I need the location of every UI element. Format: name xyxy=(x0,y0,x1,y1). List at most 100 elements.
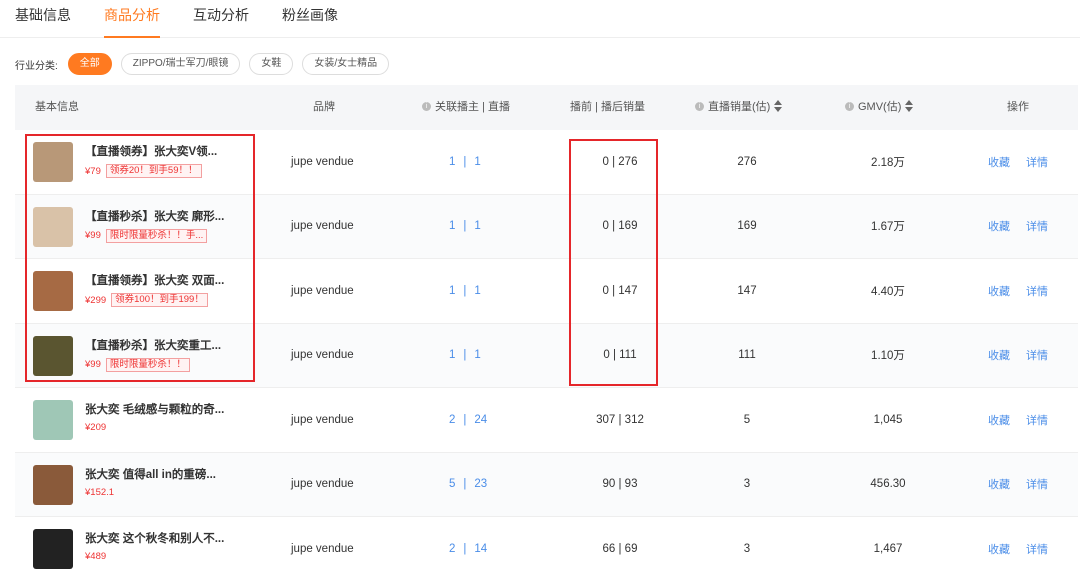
product-title[interactable]: 张大奕 值得all in的重磅... xyxy=(85,466,225,482)
favorite-link[interactable]: 收藏 xyxy=(988,347,1010,363)
product-price: ¥489 xyxy=(85,551,107,562)
gmv-cell: 1.67万 xyxy=(871,221,905,234)
product-title[interactable]: 【直播秒杀】张大奕重工... xyxy=(85,337,225,353)
anchors-link[interactable]: 5 xyxy=(449,478,455,490)
product-title[interactable]: 张大奕 这个秋冬和别人不... xyxy=(85,530,225,546)
detail-link[interactable]: 详情 xyxy=(1026,218,1048,234)
detail-link[interactable]: 详情 xyxy=(1026,541,1048,557)
lives-link[interactable]: 1 xyxy=(474,285,480,297)
live-sales-cell: 3 xyxy=(743,478,751,491)
detail-link[interactable]: 详情 xyxy=(1026,154,1048,170)
related-cell: 5 | 23 xyxy=(449,453,487,517)
related-cell: 1 | 1 xyxy=(449,195,481,259)
product-thumbnail[interactable] xyxy=(33,529,73,569)
product-title[interactable]: 【直播秒杀】张大奕 廓形... xyxy=(85,208,225,224)
product-info: 【直播领券】张大奕V领... ¥79 领券20！到手59！！ xyxy=(85,143,225,178)
product-thumbnail[interactable] xyxy=(33,464,73,505)
table-row: 张大奕 毛绒感与颗粒的奇... ¥209 jupe vendue 2 | 24 307 | … xyxy=(15,388,1078,453)
separator: | xyxy=(463,155,467,168)
tab-3[interactable]: 粉丝画像 xyxy=(282,5,338,37)
ops-cell: 收藏 详情 xyxy=(988,259,1064,323)
gmv-cell: 4.40万 xyxy=(871,285,905,298)
filter-chips: 全部 ZIPPO/瑞士军刀/眼镜 女鞋 女装/女士精品 xyxy=(67,53,398,75)
lives-link[interactable]: 1 xyxy=(474,220,480,232)
info-icon[interactable]: i xyxy=(845,101,854,111)
tab-2[interactable]: 互动分析 xyxy=(193,5,249,37)
detail-link[interactable]: 详情 xyxy=(1026,476,1048,492)
ops-cell: 收藏 详情 xyxy=(988,517,1064,580)
favorite-link[interactable]: 收藏 xyxy=(988,218,1010,234)
promo-badge: 限时限量秒杀！！ xyxy=(105,357,190,372)
filter-chip-3[interactable]: 女装/女士精品 xyxy=(302,53,390,75)
brand-cell: jupe vendue xyxy=(291,220,354,233)
industry-filter: 行业分类: 全部 ZIPPO/瑞士军刀/眼镜 女鞋 女装/女士精品 xyxy=(15,53,398,75)
product-thumbnail[interactable] xyxy=(33,206,73,247)
detail-link[interactable]: 详情 xyxy=(1026,347,1048,363)
anchors-link[interactable]: 1 xyxy=(449,156,455,168)
prepost-cell: 90 | 93 xyxy=(602,478,638,491)
related-cell: 1 | 1 xyxy=(449,324,481,388)
related-cell: 2 | 14 xyxy=(449,517,487,580)
filter-chip-0[interactable]: 全部 xyxy=(67,53,112,75)
lives-link[interactable]: 1 xyxy=(474,156,480,168)
separator: | xyxy=(463,349,467,362)
table-row: 张大奕 值得all in的重磅... ¥152.1 jupe vendue 5 | 23 9… xyxy=(15,452,1078,517)
prepost-cell: 307 | 312 xyxy=(596,413,644,426)
table-row: 【直播秒杀】张大奕重工... ¥99 限时限量秒杀！！ jupe vendue 1 | 1 0… xyxy=(15,323,1078,388)
brand-cell: jupe vendue xyxy=(291,542,354,555)
tab-1[interactable]: 商品分析 xyxy=(104,5,160,38)
product-price: ¥99 xyxy=(85,230,101,241)
anchors-link[interactable]: 1 xyxy=(449,285,455,297)
filter-chip-1[interactable]: ZIPPO/瑞士军刀/眼镜 xyxy=(120,53,241,75)
favorite-link[interactable]: 收藏 xyxy=(988,541,1010,557)
table-row: 【直播领券】张大奕 双面... ¥299 领券100！到手199！ jupe vend… xyxy=(15,259,1078,324)
separator: | xyxy=(463,413,467,426)
ops-cell: 收藏 详情 xyxy=(988,388,1064,452)
detail-link[interactable]: 详情 xyxy=(1026,283,1048,299)
product-thumbnail[interactable] xyxy=(33,400,73,440)
anchors-link[interactable]: 1 xyxy=(449,220,455,232)
prepost-cell: 0 | 276 xyxy=(602,155,638,168)
product-title[interactable]: 张大奕 毛绒感与颗粒的奇... xyxy=(85,401,225,417)
product-thumbnail[interactable] xyxy=(33,142,73,182)
table-body: 【直播领券】张大奕V领... ¥79 领券20！到手59！！ jupe vendue 1… xyxy=(15,130,1078,580)
related-cell: 2 | 24 xyxy=(449,388,487,452)
anchors-link[interactable]: 2 xyxy=(449,543,455,555)
lives-link[interactable]: 1 xyxy=(474,349,480,361)
product-thumbnail[interactable] xyxy=(33,271,73,311)
promo-badge: 领券100！到手199！ xyxy=(111,293,208,307)
info-icon[interactable]: i xyxy=(422,101,431,111)
col-live-sales[interactable]: i 直播销量(估) xyxy=(695,85,783,130)
favorite-link[interactable]: 收藏 xyxy=(988,283,1010,299)
prepost-cell: 66 | 69 xyxy=(602,542,638,555)
brand-cell: jupe vendue xyxy=(291,284,354,297)
detail-link[interactable]: 详情 xyxy=(1026,412,1048,428)
col-gmv[interactable]: i GMV(估) xyxy=(845,85,914,130)
table-row: 张大奕 这个秋冬和别人不... ¥489 jupe vendue 2 | 14 66 | 6… xyxy=(15,517,1078,580)
product-table: 基本信息 品牌 i 关联播主 | 直播 播前 | 播后销量 i 直播销量(估) iG… xyxy=(15,85,1078,580)
product-price: ¥152.1 xyxy=(85,486,115,498)
live-sales-cell: 276 xyxy=(737,155,757,168)
filter-chip-2[interactable]: 女鞋 xyxy=(249,53,294,75)
gmv-cell: 2.18万 xyxy=(871,156,905,169)
product-info: 张大奕 值得all in的重磅... ¥152.1 xyxy=(85,466,225,498)
tab-0[interactable]: 基础信息 xyxy=(15,5,71,37)
brand-cell: jupe vendue xyxy=(291,155,354,168)
lives-link[interactable]: 14 xyxy=(474,543,487,555)
separator: | xyxy=(463,542,467,555)
anchors-link[interactable]: 2 xyxy=(449,414,455,426)
anchors-link[interactable]: 1 xyxy=(449,349,455,361)
lives-link[interactable]: 24 xyxy=(474,414,487,426)
product-title[interactable]: 【直播领券】张大奕 双面... xyxy=(85,272,225,288)
product-info: 张大奕 这个秋冬和别人不... ¥489 xyxy=(85,530,225,562)
favorite-link[interactable]: 收藏 xyxy=(988,476,1010,492)
product-thumbnail[interactable] xyxy=(33,335,73,376)
favorite-link[interactable]: 收藏 xyxy=(988,412,1010,428)
product-title[interactable]: 【直播领券】张大奕V领... xyxy=(85,143,225,159)
product-info: 【直播秒杀】张大奕重工... ¥99 限时限量秒杀！！ xyxy=(85,337,225,372)
info-icon[interactable]: i xyxy=(695,101,704,111)
sort-icon[interactable] xyxy=(774,100,783,113)
lives-link[interactable]: 23 xyxy=(474,478,487,490)
favorite-link[interactable]: 收藏 xyxy=(988,154,1010,170)
sort-icon[interactable] xyxy=(905,100,914,113)
